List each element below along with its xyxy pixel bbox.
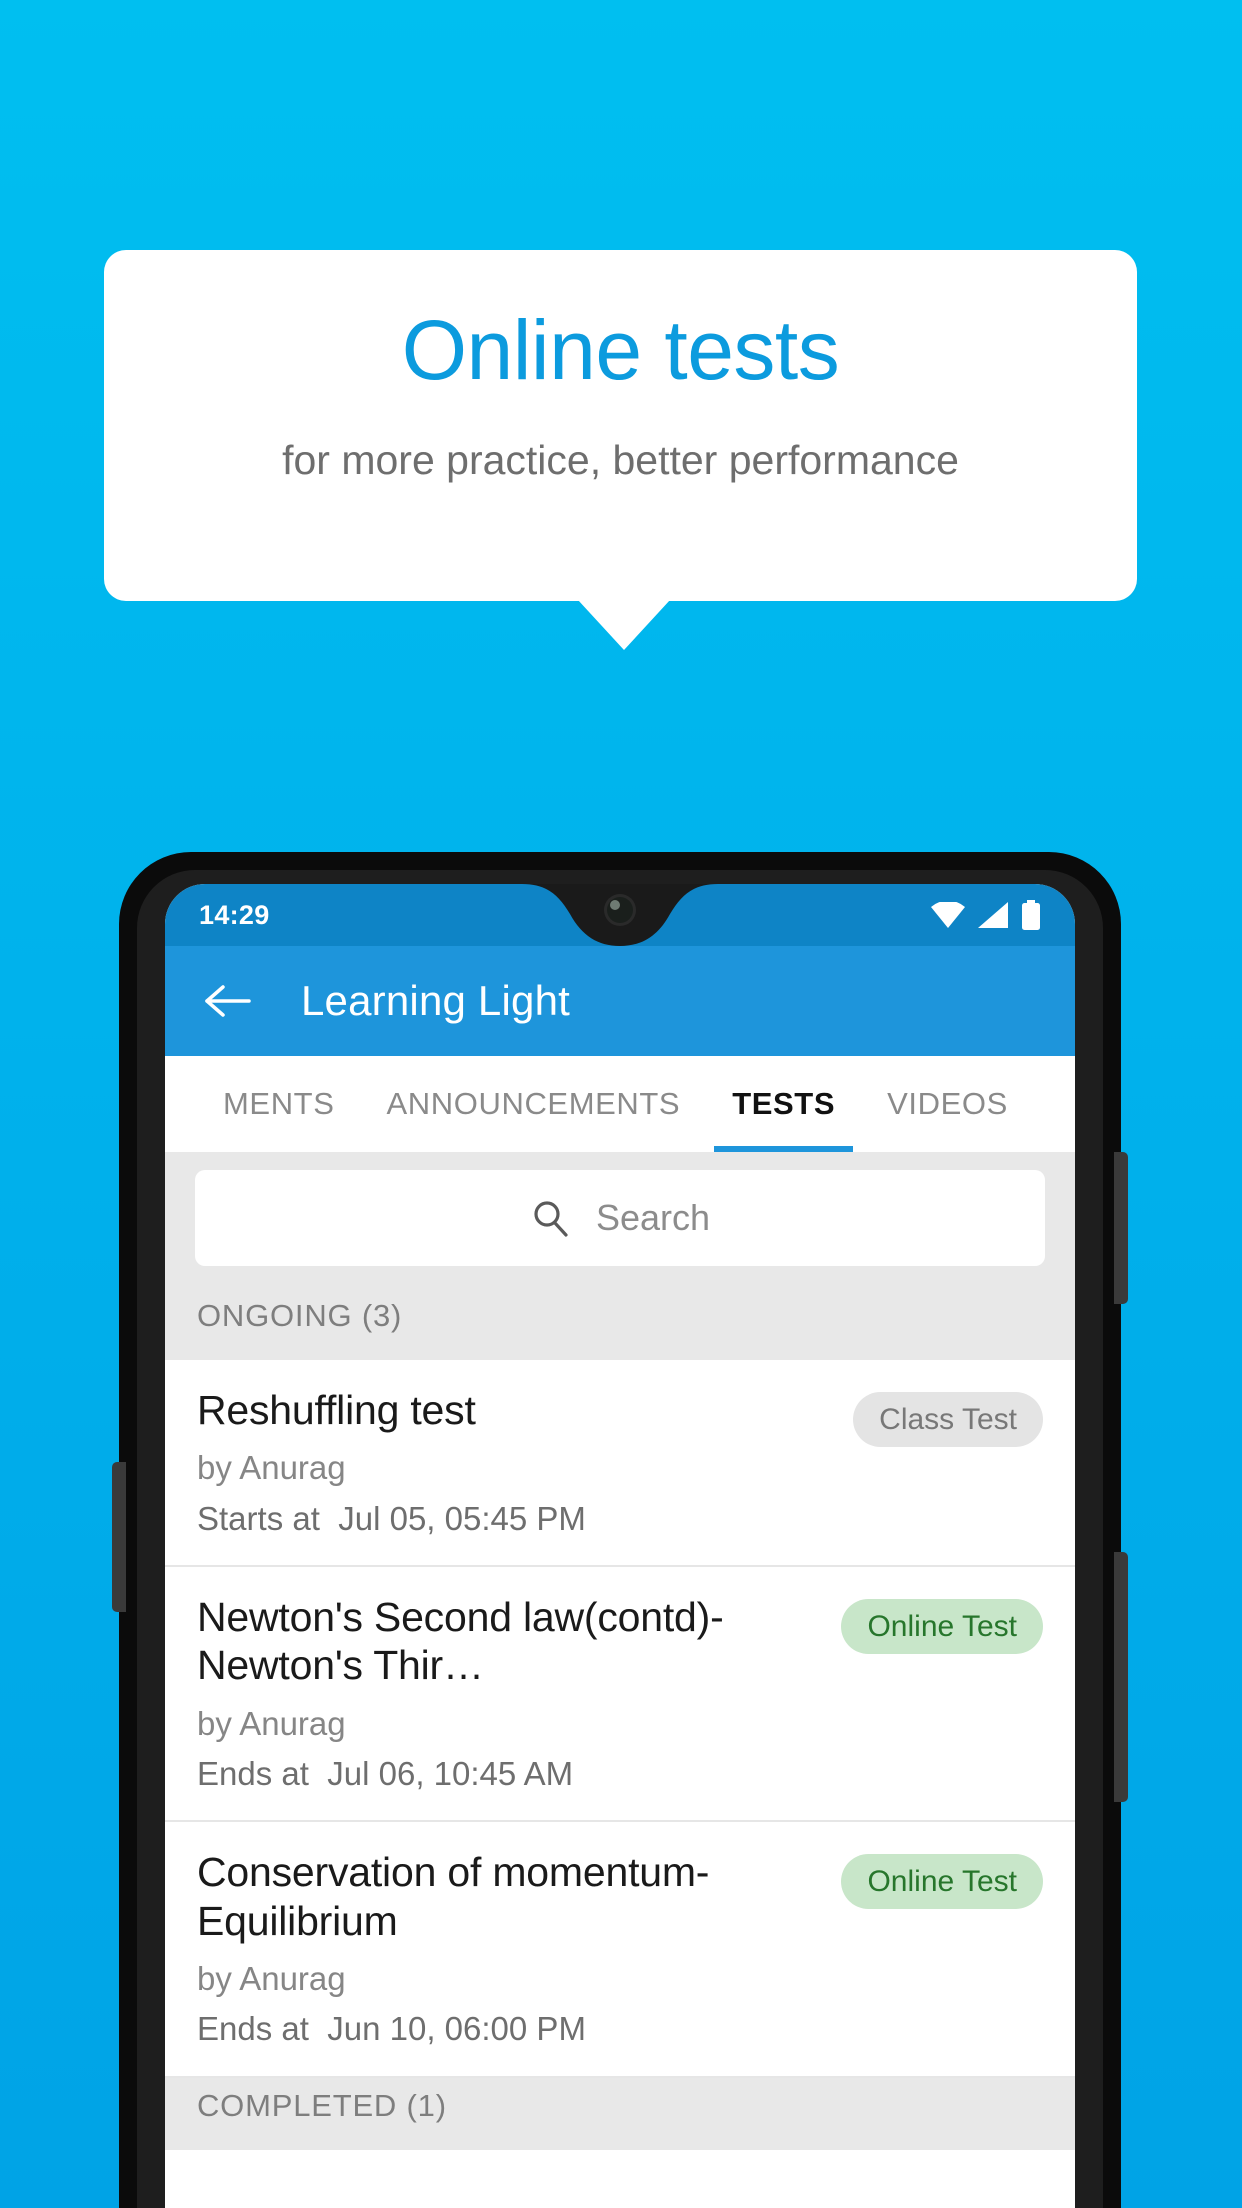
- list-item[interactable]: Conservation of momentum-Equilibrium by …: [165, 1822, 1075, 2078]
- back-arrow-icon[interactable]: [203, 981, 253, 1021]
- test-title: Reshuffling test: [197, 1387, 476, 1433]
- test-author: by Anurag: [197, 1960, 346, 1998]
- status-bar: 14:29: [165, 884, 1075, 946]
- status-badge: Class Test: [853, 1392, 1043, 1447]
- test-schedule: Starts at Jul 05, 05:45 PM: [197, 1499, 837, 1537]
- promo-card: Online tests for more practice, better p…: [104, 250, 1137, 601]
- battery-icon: [1022, 900, 1040, 930]
- list-item-main: Conservation of momentum-Equilibrium by …: [197, 1848, 841, 2047]
- phone-volume-rocker[interactable]: [1114, 1552, 1128, 1802]
- test-title: Conservation of momentum-Equilibrium: [197, 1849, 710, 1944]
- test-schedule: Ends at Jul 06, 10:45 AM: [197, 1755, 825, 1793]
- wifi-icon: [931, 902, 965, 928]
- promo-bubble-tail: [578, 600, 670, 650]
- list-item[interactable]: Newton's Second law(contd)-Newton's Thir…: [165, 1566, 1075, 1823]
- phone-notch: [522, 884, 718, 950]
- test-time-value: Jul 06, 10:45 AM: [327, 1755, 574, 1793]
- status-badge: Online Test: [841, 1854, 1043, 1910]
- status-bar-clock: 14:29: [199, 899, 270, 930]
- tab-videos[interactable]: VIDEOS: [861, 1056, 1034, 1152]
- app-bar: Learning Light: [165, 946, 1075, 1056]
- test-schedule: Ends at Jun 10, 06:00 PM: [197, 2011, 825, 2047]
- signal-icon: [978, 902, 1008, 928]
- search-input[interactable]: Search: [195, 1170, 1045, 1266]
- list-item-main: Newton's Second law(contd)-Newton's Thir…: [197, 1593, 841, 1792]
- promo-title: Online tests: [401, 303, 840, 397]
- promo-screenshot: Online tests for more practice, better p…: [0, 0, 1242, 2208]
- test-time-value: Jun 10, 06:00 PM: [327, 2010, 586, 2048]
- test-author: by Anurag: [197, 1449, 346, 1487]
- test-time-value: Jul 05, 05:45 PM: [338, 1499, 586, 1537]
- search-zone: Search: [165, 1152, 1075, 1288]
- status-bar-icons: [931, 900, 1041, 930]
- app-bar-title: Learning Light: [301, 977, 571, 1024]
- list-item[interactable]: Reshuffling test by Anurag Starts at Jul…: [165, 1360, 1075, 1567]
- test-time-label: Starts at: [197, 1499, 320, 1537]
- phone-power-button[interactable]: [1114, 1152, 1128, 1304]
- search-placeholder: Search: [595, 1197, 711, 1238]
- phone-volume-button[interactable]: [112, 1462, 126, 1612]
- promo-subtitle: for more practice, better performance: [282, 437, 959, 483]
- tab-announcements[interactable]: ANNOUNCEMENTS: [361, 1056, 707, 1152]
- section-header-completed: COMPLETED (1): [165, 2077, 1075, 2150]
- front-camera-icon: [604, 894, 636, 926]
- search-icon: [534, 1201, 568, 1237]
- tab-tests[interactable]: TESTS: [706, 1056, 861, 1152]
- test-time-label: Ends at: [197, 1755, 309, 1793]
- tab-assignments[interactable]: MENTS: [197, 1056, 361, 1152]
- status-badge: Online Test: [841, 1598, 1043, 1654]
- section-header-ongoing: ONGOING (3): [165, 1288, 1075, 1360]
- test-title: Newton's Second law(contd)-Newton's Thir…: [197, 1593, 724, 1689]
- test-author: by Anurag: [197, 1704, 346, 1742]
- phone-screen: 14:29 Learning Light MENTS ANNOUNCEMENTS…: [165, 884, 1075, 2208]
- tab-bar: MENTS ANNOUNCEMENTS TESTS VIDEOS: [165, 1056, 1075, 1152]
- test-time-label: Ends at: [197, 2010, 309, 2048]
- list-item-main: Reshuffling test by Anurag Starts at Jul…: [197, 1386, 853, 1537]
- phone-device-frame: 14:29 Learning Light MENTS ANNOUNCEMENTS…: [112, 852, 1128, 2208]
